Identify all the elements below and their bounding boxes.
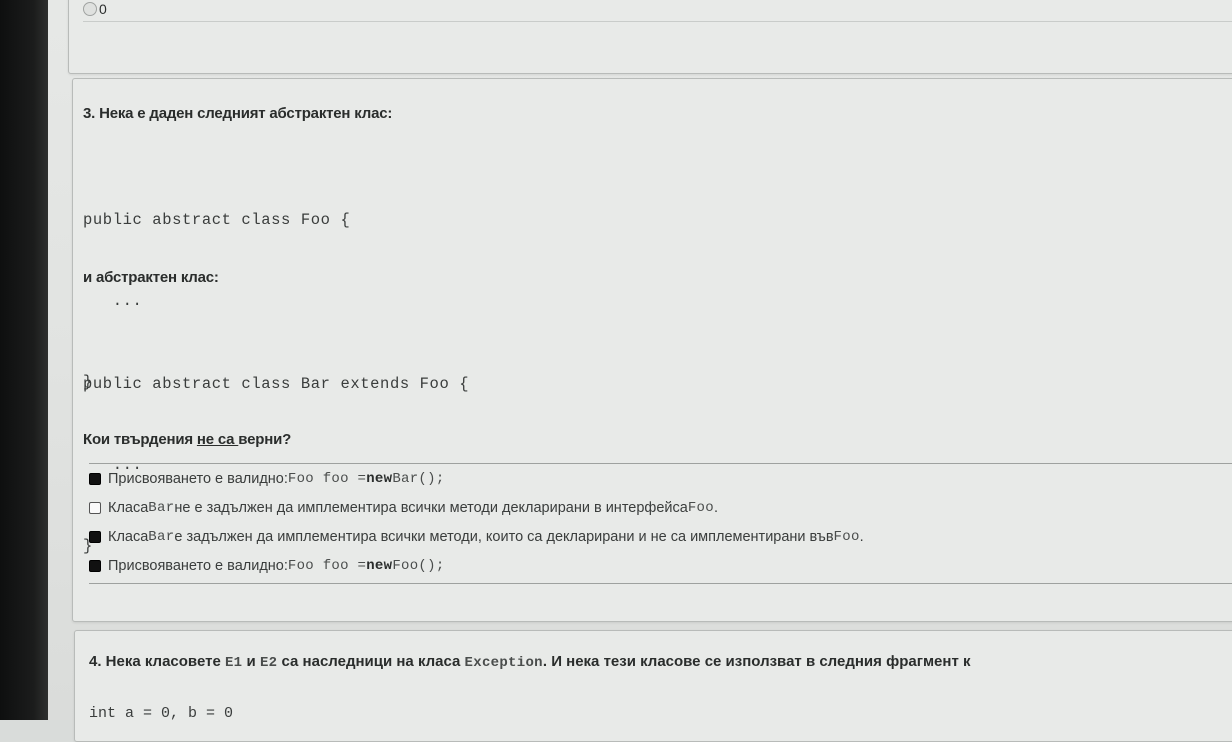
option-text: Присвояването е валидно: — [108, 471, 288, 487]
option-label: 0 — [99, 1, 107, 17]
option-code: Bar — [148, 500, 175, 516]
option-code: Foo foo = — [287, 558, 367, 574]
option-text: Класа — [108, 529, 149, 545]
divider — [89, 463, 1232, 464]
option-code: Bar(); — [392, 471, 445, 487]
title-code: E2 — [259, 655, 278, 671]
title-text: и — [242, 653, 260, 670]
question-title: 4. Нека класовете E1 и E2 са наследници … — [89, 653, 970, 671]
prompt-text: Кои твърдения — [83, 431, 197, 448]
code-line: public abstract class Bar extends Foo { — [83, 375, 470, 393]
previous-answer-option[interactable]: 0 — [83, 1, 107, 17]
checkbox-checked[interactable] — [89, 531, 101, 543]
question-title: 3. Нека е даден следният абстрактен клас… — [83, 105, 393, 122]
subheading: и абстрактен клас: — [83, 269, 219, 286]
option-text: е задължен да имплементира всички методи… — [174, 529, 834, 545]
option-text: . — [859, 529, 864, 545]
question-3-card: 3. Нека е даден следният абстрактен клас… — [72, 78, 1232, 622]
question-4-card: 4. Нека класовете E1 и E2 са наследници … — [74, 630, 1232, 742]
prompt-text-end: верни? — [238, 431, 292, 448]
checkbox-checked[interactable] — [89, 473, 101, 485]
option-text: Класа — [108, 500, 149, 516]
screen-bezel — [0, 0, 48, 720]
answer-option-4[interactable]: Присвояването е валидно: Foo foo = new F… — [89, 558, 445, 574]
code-line: ... — [83, 292, 143, 310]
divider — [83, 21, 1232, 22]
title-code: Exception — [464, 655, 543, 671]
option-code: Foo — [687, 500, 714, 516]
previous-question-card: 0 — [68, 0, 1232, 74]
checkbox-checked[interactable] — [89, 560, 101, 572]
option-code: Bar — [148, 529, 175, 545]
code-line: int a = 0, b = 0 — [89, 705, 234, 722]
radio-button[interactable] — [83, 2, 97, 16]
prompt-underlined: не са — [196, 431, 239, 448]
option-text: . — [713, 500, 718, 516]
question-prompt: Кои твърдения не са верни? — [83, 431, 291, 448]
answer-option-3[interactable]: Класа Bar е задължен да имплементира вси… — [89, 529, 864, 545]
option-keyword: new — [366, 558, 393, 574]
divider — [89, 583, 1232, 584]
option-keyword: new — [366, 471, 393, 487]
answer-option-1[interactable]: Присвояването е валидно: Foo foo = new B… — [89, 471, 445, 487]
option-text: не е задължен да имплементира всички мет… — [174, 500, 688, 516]
title-code: E1 — [224, 655, 243, 671]
quiz-page: 0 3. Нека е даден следният абстрактен кл… — [48, 0, 1232, 742]
code-line: public abstract class Foo { — [83, 211, 351, 229]
title-text: . И нека тези класове се използват в сле… — [542, 653, 971, 670]
checkbox-unchecked[interactable] — [89, 502, 101, 514]
option-code: Foo(); — [392, 558, 445, 574]
title-text: 4. Нека класовете — [89, 653, 225, 670]
option-code: Foo foo = — [287, 471, 367, 487]
answer-options: Присвояването е валидно: Foo foo = new B… — [89, 463, 1232, 585]
title-text: са наследници на класа — [277, 653, 465, 670]
option-code: Foo — [833, 529, 860, 545]
answer-option-2[interactable]: Класа Bar не е задължен да имплементира … — [89, 500, 718, 516]
option-text: Присвояването е валидно: — [108, 558, 288, 574]
